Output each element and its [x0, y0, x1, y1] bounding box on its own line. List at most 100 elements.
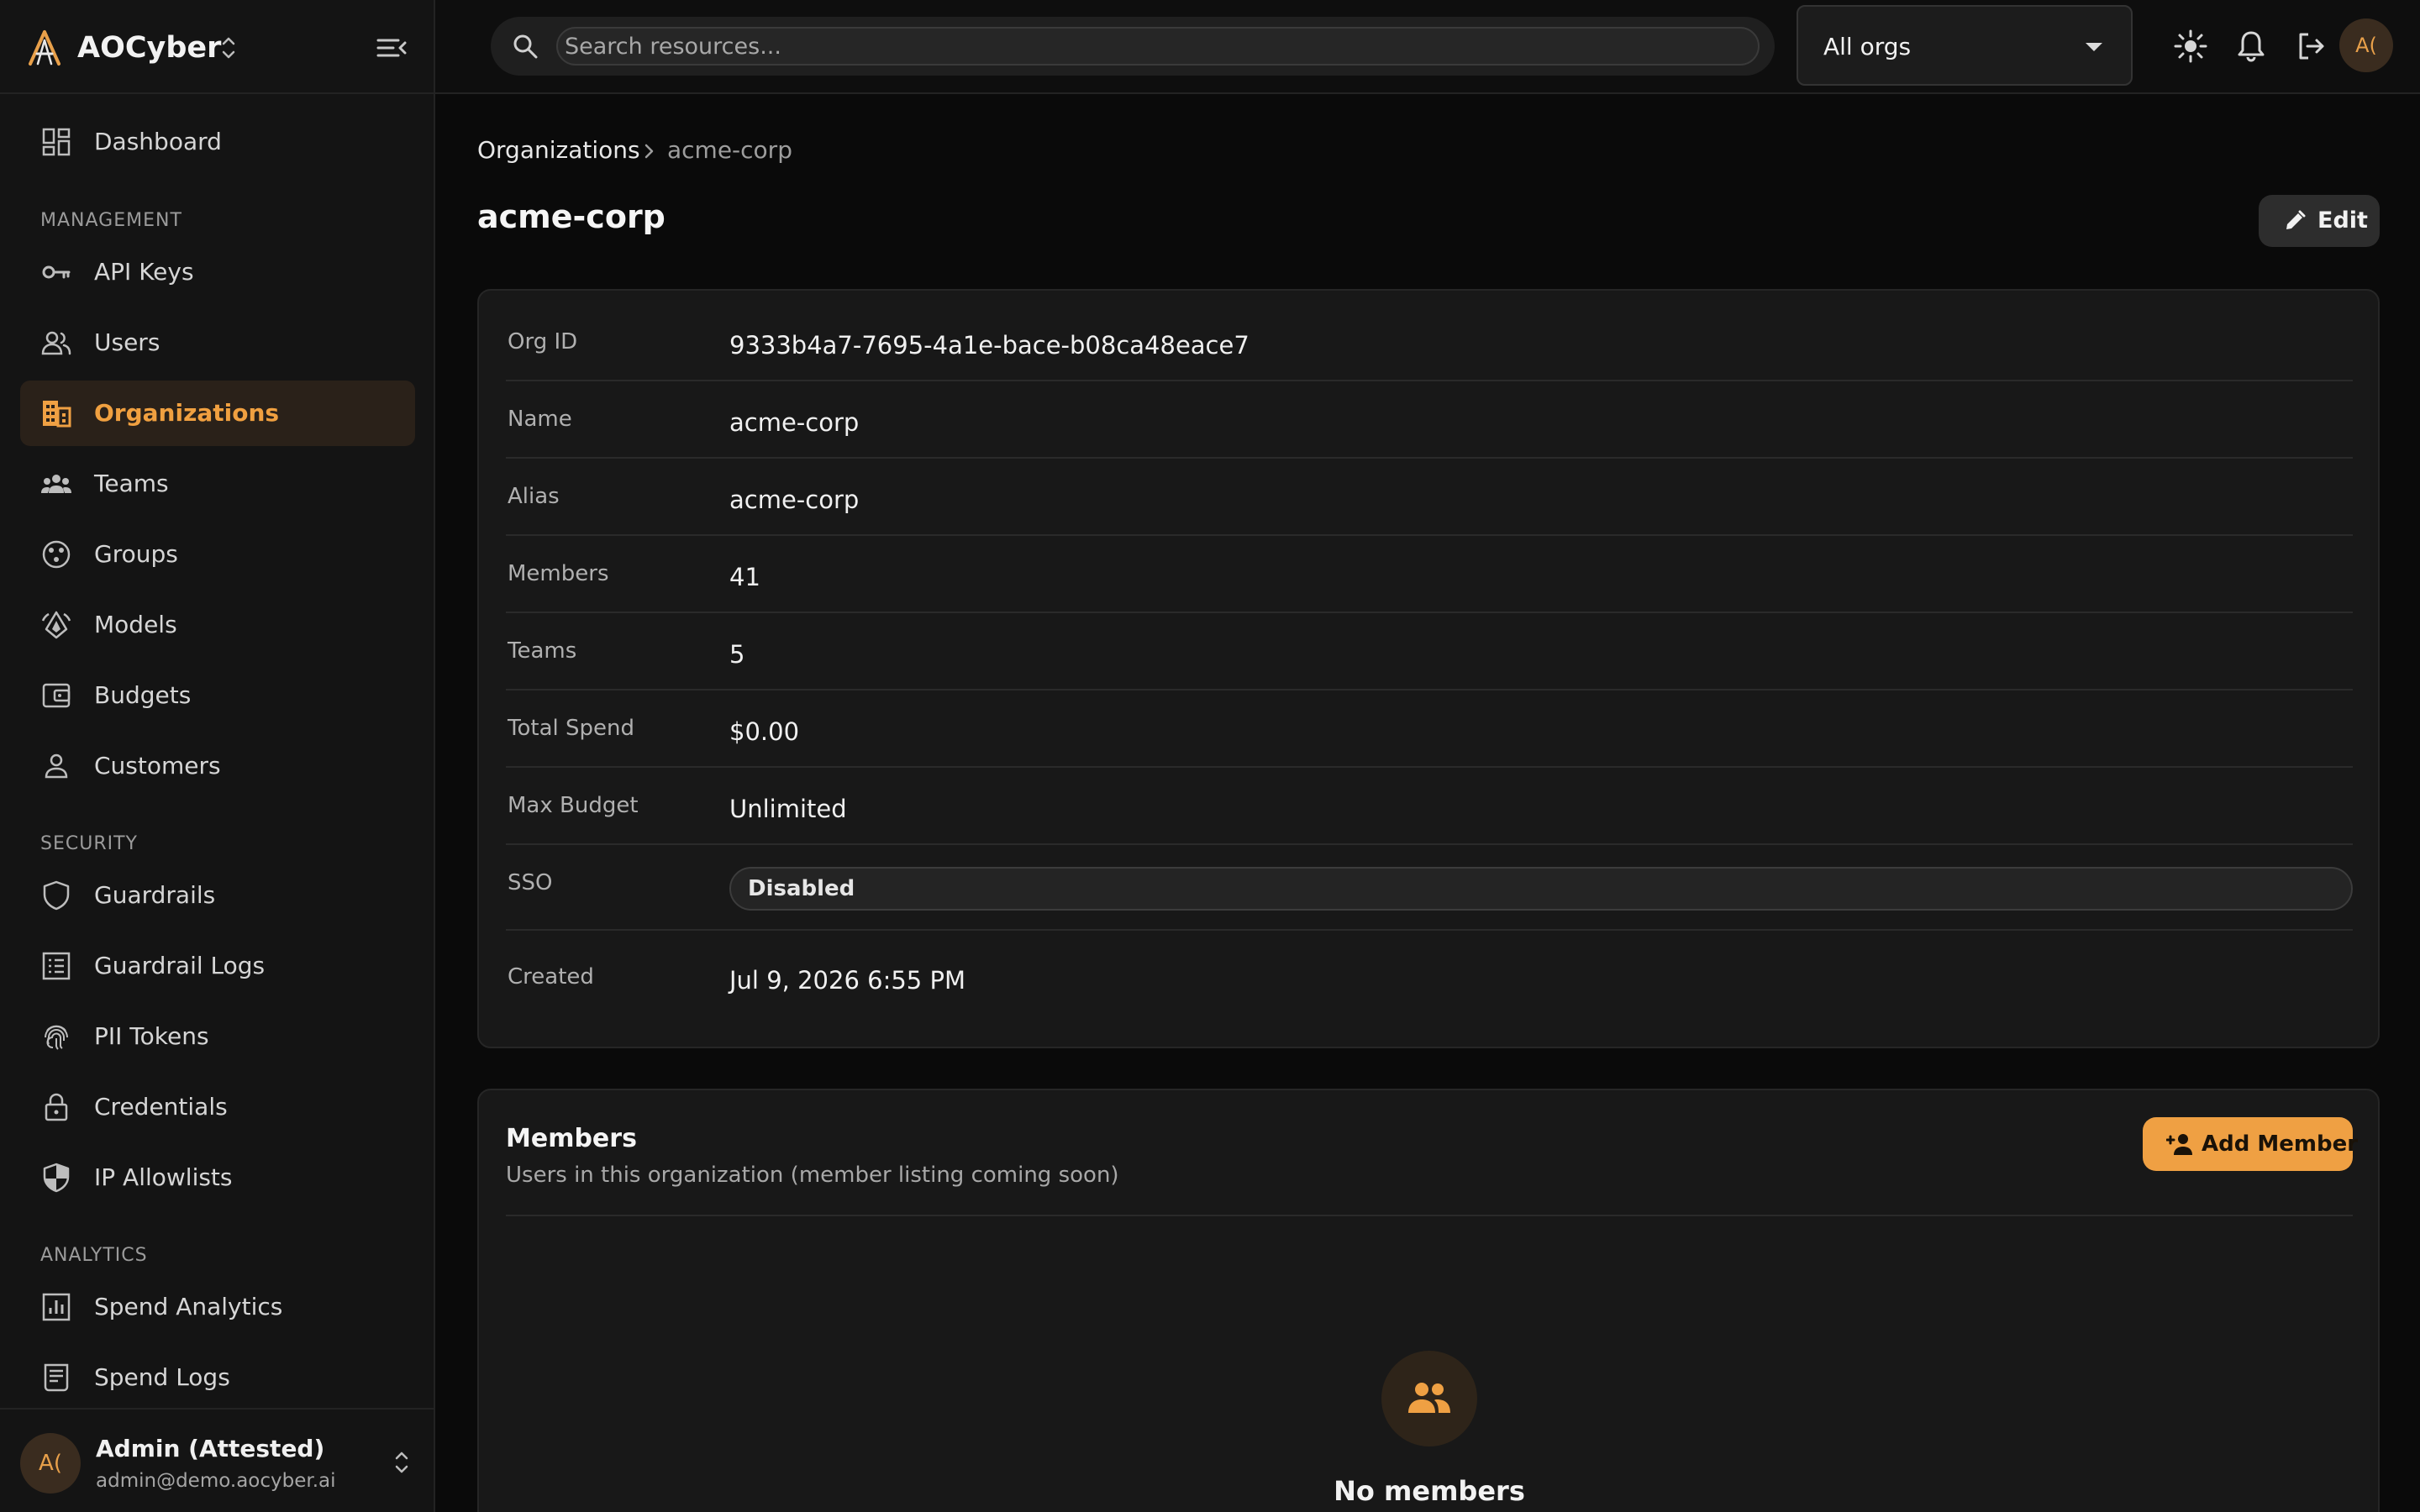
top-bar: All orgs A( — [435, 0, 2420, 94]
sidebar-item-models[interactable]: Models — [20, 592, 415, 658]
sidebar-item-label: Customers — [94, 752, 221, 780]
sidebar-item-label: IP Allowlists — [94, 1163, 233, 1191]
detail-label: Created — [508, 964, 594, 990]
detail-label: Teams — [508, 638, 577, 664]
detail-row-total-spend: Total Spend $0.00 — [506, 690, 2353, 768]
members-card: Members Users in this organization (memb… — [477, 1089, 2380, 1512]
collapse-sidebar-icon[interactable] — [373, 30, 408, 66]
sidebar-item-customers[interactable]: Customers — [20, 733, 415, 799]
brand-header: AOCyber — [0, 0, 434, 94]
notifications-bell-icon[interactable] — [2233, 29, 2269, 64]
search-bar[interactable] — [491, 17, 1775, 76]
chevron-up-down-icon[interactable] — [217, 32, 240, 64]
sidebar-item-ip-allowlists[interactable]: IP Allowlists — [20, 1145, 415, 1210]
lock-icon — [45, 1093, 68, 1121]
sidebar-item-label: Guardrail Logs — [94, 952, 266, 979]
sidebar-item-teams[interactable]: Teams — [20, 451, 415, 517]
logout-icon[interactable] — [2294, 29, 2329, 64]
detail-value: acme-corp — [729, 408, 860, 437]
org-details-card: Org ID 9333b4a7-7695-4a1e-bace-b08ca48ea… — [477, 289, 2380, 1048]
org-select-value: All orgs — [1823, 33, 1912, 60]
sidebar-item-guardrail-logs[interactable]: Guardrail Logs — [20, 933, 415, 999]
section-security: SECURITY — [40, 833, 138, 854]
edit-button[interactable]: Edit — [2259, 195, 2380, 247]
avatar: A( — [20, 1433, 81, 1494]
detail-row-teams: Teams 5 — [506, 613, 2353, 690]
detail-label: Org ID — [508, 329, 578, 354]
detail-row-alias: Alias acme-corp — [506, 459, 2353, 536]
user-menu[interactable]: A( Admin (Attested) admin@demo.aocyber.a… — [0, 1408, 434, 1512]
sidebar-item-dashboard[interactable]: Dashboard — [20, 109, 415, 175]
sidebar-item-label: Budgets — [94, 681, 192, 709]
detail-row-sso: SSO Disabled — [506, 845, 2353, 931]
detail-value: acme-corp — [729, 486, 860, 514]
sidebar-item-groups[interactable]: Groups — [20, 522, 415, 587]
detail-value: 5 — [729, 640, 745, 669]
divider — [506, 1215, 2353, 1216]
sidebar-item-guardrails[interactable]: Guardrails — [20, 863, 415, 928]
sidebar-item-credentials[interactable]: Credentials — [20, 1074, 415, 1140]
sidebar-item-label: Guardrails — [94, 881, 216, 909]
detail-label: SSO — [508, 870, 553, 895]
breadcrumb-current: acme-corp — [667, 136, 792, 164]
key-icon — [42, 265, 71, 279]
empty-state-title: No members — [1334, 1475, 1525, 1507]
sidebar-item-label: Users — [94, 328, 160, 356]
org-select[interactable]: All orgs — [1797, 5, 2133, 86]
aocyber-logo-icon — [29, 30, 60, 66]
caret-down-icon — [2086, 43, 2102, 51]
detail-label: Members — [508, 561, 609, 586]
search-input[interactable] — [556, 27, 1760, 66]
detail-label: Total Spend — [508, 716, 634, 741]
add-member-button[interactable]: Add Member — [2143, 1117, 2358, 1171]
breadcrumb-organizations-link[interactable]: Organizations — [477, 136, 640, 164]
building-icon — [43, 401, 71, 428]
user-name: Admin (Attested) — [96, 1435, 325, 1462]
brand-name: AOCyber — [77, 31, 222, 65]
sidebar-item-pii-tokens[interactable]: PII Tokens — [20, 1004, 415, 1069]
people-group-icon — [1408, 1383, 1450, 1413]
models-icon — [41, 611, 71, 639]
sidebar-item-spend-logs[interactable]: Spend Logs — [20, 1345, 415, 1410]
sidebar-item-budgets[interactable]: Budgets — [20, 663, 415, 728]
sidebar-item-organizations[interactable]: Organizations — [20, 381, 415, 446]
page-title: acme-corp — [477, 198, 666, 235]
detail-value: 9333b4a7-7695-4a1e-bace-b08ca48eace7 — [729, 331, 1249, 360]
sidebar-item-spend-analytics[interactable]: Spend Analytics — [20, 1274, 415, 1340]
user-email: admin@demo.aocyber.ai — [96, 1470, 336, 1492]
detail-value: 41 — [729, 563, 760, 591]
chevron-right-icon — [644, 144, 654, 159]
pencil-icon — [2286, 210, 2306, 229]
detail-row-members: Members 41 — [506, 536, 2353, 613]
wallet-icon — [42, 683, 71, 708]
shield-half-icon — [43, 1163, 70, 1193]
section-analytics: ANALYTICS — [40, 1245, 148, 1266]
detail-label: Alias — [508, 484, 560, 509]
sidebar-item-label: API Keys — [94, 258, 194, 286]
header-avatar[interactable]: A( — [2339, 18, 2393, 72]
sidebar-item-label: Teams — [94, 470, 169, 497]
theme-toggle-sun-icon[interactable] — [2173, 29, 2208, 64]
chevron-up-down-icon[interactable] — [390, 1446, 413, 1478]
sidebar-item-label: Spend Analytics — [94, 1293, 283, 1320]
person-add-icon — [2166, 1134, 2192, 1155]
sso-status-badge: Disabled — [729, 867, 2353, 911]
sidebar-item-label: Spend Logs — [94, 1363, 230, 1391]
add-member-label: Add Member — [2202, 1131, 2359, 1157]
receipt-icon — [44, 1363, 69, 1392]
edit-button-label: Edit — [2317, 207, 2368, 234]
users-icon — [41, 331, 71, 355]
detail-row-org-id: Org ID 9333b4a7-7695-4a1e-bace-b08ca48ea… — [506, 304, 2353, 381]
section-management: MANAGEMENT — [40, 210, 182, 231]
detail-row-max-budget: Max Budget Unlimited — [506, 768, 2353, 845]
shield-icon — [43, 880, 70, 911]
sidebar-item-label: Credentials — [94, 1093, 228, 1121]
detail-label: Max Budget — [508, 793, 639, 818]
sidebar-item-users[interactable]: Users — [20, 310, 415, 375]
empty-state-icon-badge — [1381, 1351, 1477, 1446]
members-title: Members — [506, 1124, 637, 1153]
person-icon — [45, 753, 68, 779]
detail-label: Name — [508, 407, 572, 432]
list-log-icon — [42, 952, 71, 980]
sidebar-item-api-keys[interactable]: API Keys — [20, 239, 415, 305]
